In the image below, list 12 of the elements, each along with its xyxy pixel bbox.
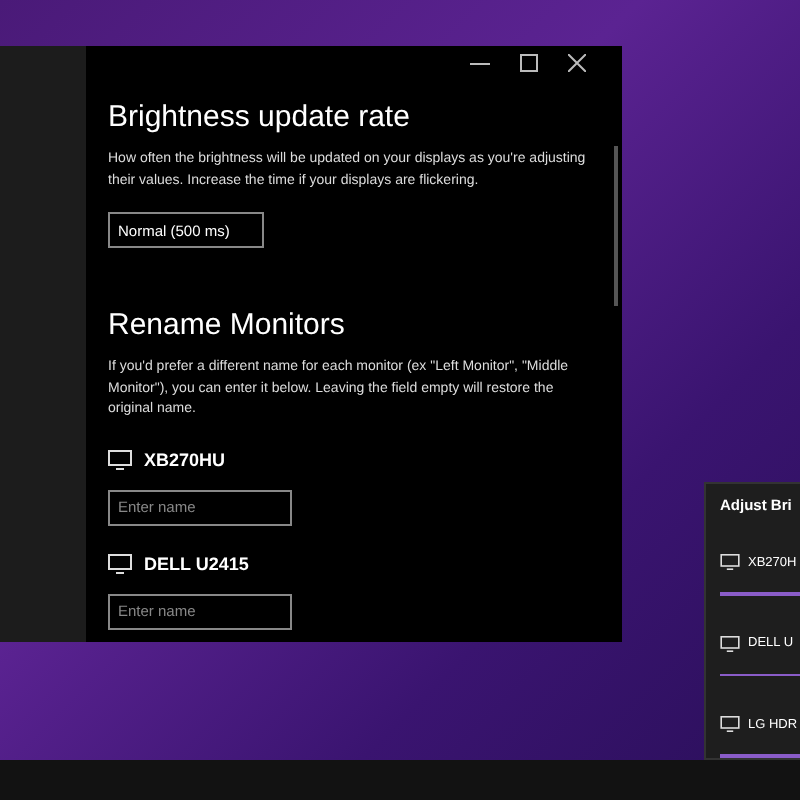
maximize-icon[interactable] bbox=[520, 54, 538, 72]
section-title: Brightness update rate bbox=[108, 100, 412, 134]
monitor-icon bbox=[720, 635, 740, 651]
monitor-name: XB270HU bbox=[144, 449, 226, 469]
monitor-icon bbox=[108, 449, 132, 469]
scrollbar[interactable] bbox=[614, 146, 618, 306]
monitor-icon bbox=[108, 553, 132, 573]
monitor-icon bbox=[720, 716, 740, 732]
section-title: Rename Monitors bbox=[108, 308, 347, 342]
monitor-name: DELL U2415 bbox=[144, 553, 249, 573]
monitor-icon bbox=[720, 554, 740, 570]
close-icon[interactable] bbox=[568, 54, 586, 72]
